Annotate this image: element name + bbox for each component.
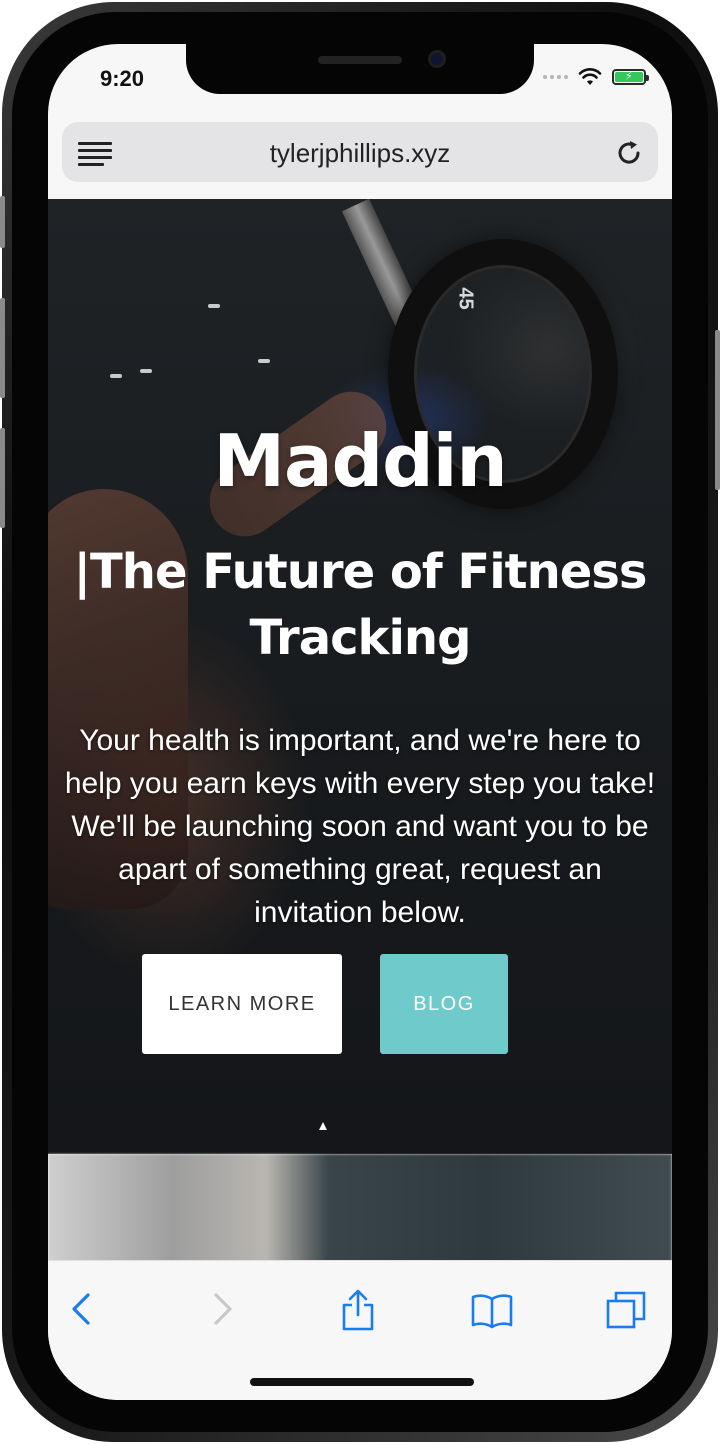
home-indicator[interactable] [250, 1378, 474, 1386]
blog-button[interactable]: BLOG [380, 954, 508, 1054]
hero-subtitle: |The Future of Fitness Tracking [68, 539, 652, 671]
next-section-image [48, 1154, 672, 1264]
ceiling-light [110, 374, 122, 378]
charging-bolt-icon: ⚡ [625, 70, 633, 83]
hero-title: Maddin [213, 419, 507, 503]
hero-description: Your health is important, and we're here… [64, 724, 656, 929]
signal-icon [543, 75, 568, 79]
share-icon[interactable] [336, 1287, 380, 1331]
ceiling-light [140, 369, 152, 373]
earpiece-speaker [318, 56, 402, 64]
address-bar[interactable]: tylerjphillips.xyz [62, 122, 658, 182]
back-icon[interactable] [60, 1287, 104, 1331]
status-time: 9:20 [100, 66, 145, 91]
ceiling-light [258, 359, 270, 363]
power-button [715, 330, 720, 490]
wifi-icon [578, 68, 602, 85]
forward-icon[interactable] [200, 1287, 244, 1331]
hero-subtitle-line1: |The Future of Fitness [73, 544, 648, 600]
bookmarks-icon[interactable] [470, 1287, 514, 1331]
battery-icon: ⚡ [612, 69, 649, 85]
battery-level: ⚡ [615, 70, 643, 83]
url-text[interactable]: tylerjphillips.xyz [122, 138, 598, 169]
notch [186, 44, 534, 94]
ceiling-light [208, 304, 220, 308]
learn-more-button[interactable]: LEARN MORE [142, 954, 342, 1054]
hero-subtitle-line2: Tracking [249, 610, 472, 666]
status-icons: ⚡ [543, 68, 649, 86]
front-camera [428, 50, 446, 68]
volume-down-button [0, 428, 5, 528]
plate-number: 45 [454, 287, 477, 310]
reload-icon[interactable] [614, 138, 644, 168]
scroll-up-arrow-icon[interactable] [318, 1121, 328, 1131]
mute-switch [0, 196, 5, 248]
reader-menu-icon[interactable] [78, 142, 112, 166]
phone-screen: 9:20 ⚡ tylerjphillips.xyz 45 Maddin |The… [48, 44, 672, 1400]
volume-up-button [0, 298, 5, 398]
tabs-icon[interactable] [604, 1287, 648, 1331]
hero-section: 45 Maddin |The Future of Fitness Trackin… [48, 199, 672, 1154]
